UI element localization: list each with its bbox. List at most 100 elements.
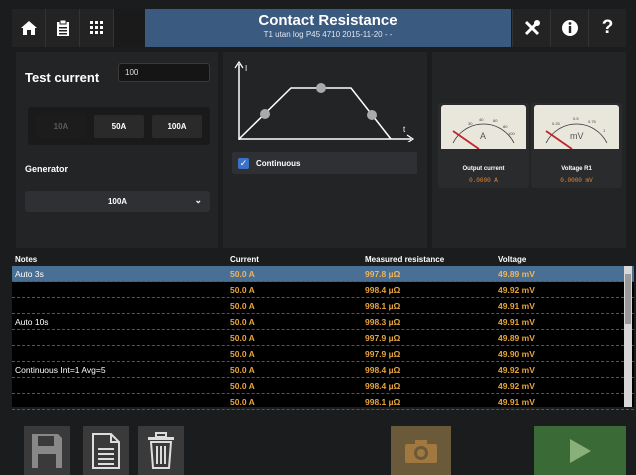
voltmeter-tick-1: 1 — [603, 128, 606, 133]
voltmeter-needle — [545, 130, 573, 149]
top-toolbar: Contact Resistance T1 utan log P45 4710 … — [12, 9, 626, 47]
home-icon — [20, 21, 37, 35]
clipboard-button[interactable] — [46, 9, 80, 47]
camera-button[interactable] — [391, 426, 451, 475]
cell-voltage: 49.92 mV — [498, 284, 535, 295]
generator-select[interactable]: 100A ⌄ — [25, 191, 210, 212]
ramp-down-handle[interactable] — [367, 110, 377, 120]
title-box: Contact Resistance T1 utan log P45 4710 … — [145, 9, 511, 47]
header-measured-resistance: Measured resistance — [365, 255, 445, 264]
voltmeter-gauge-icon: mV 0.25 0.5 0.75 1 — [545, 116, 608, 149]
cell-voltage: 49.91 mV — [498, 316, 535, 327]
y-axis-label: I — [245, 64, 247, 73]
table-body: Auto 3s 50.0 A 997.8 µΩ 49.89 mV 50.0 A 998.4… — [12, 266, 634, 410]
cell-voltage: 49.89 mV — [498, 332, 535, 343]
ammeter-tick-40: 40 — [479, 117, 484, 122]
voltmeter-tick-05: 0.5 — [573, 116, 579, 121]
table-row[interactable]: 50.0 A 998.1 µΩ 49.91 mV — [12, 298, 634, 314]
floppy-disk-icon — [32, 433, 62, 468]
checkbox-checked-icon[interactable]: ✓ — [238, 157, 249, 169]
cell-measured-resistance: 998.4 µΩ — [365, 284, 401, 295]
cell-measured-resistance: 998.1 µΩ — [365, 396, 401, 407]
info-button[interactable] — [550, 9, 588, 47]
voltmeter-tick-075: 0.75 — [588, 119, 597, 124]
cell-current: 50.0 A — [230, 316, 255, 327]
ammeter-tick-30: 30 — [468, 121, 473, 126]
table-row[interactable]: 50.0 A 997.9 µΩ 49.89 mV — [12, 330, 634, 346]
delete-button[interactable] — [138, 426, 184, 475]
current-preset-group: 10A 50A 100A — [28, 107, 210, 145]
table-row[interactable]: Auto 10s 50.0 A 998.3 µΩ 49.91 mV — [12, 314, 634, 330]
cell-notes: Continuous Int=1 Avg=5 — [15, 364, 106, 375]
preset-10a-button[interactable]: 10A — [36, 115, 86, 138]
test-current-label: Test current — [25, 70, 100, 85]
cell-voltage: 49.89 mV — [498, 268, 535, 279]
table-row[interactable]: Auto 3s 50.0 A 997.8 µΩ 49.89 mV — [12, 266, 634, 282]
document-icon — [92, 432, 120, 469]
bottom-toolbar — [12, 410, 634, 475]
cell-measured-resistance: 998.4 µΩ — [365, 380, 401, 391]
generator-label: Generator — [25, 164, 69, 174]
help-button[interactable]: ? — [588, 9, 626, 47]
clipboard-icon — [56, 19, 69, 36]
ramp-graph: I t — [234, 60, 415, 142]
table-scrollbar[interactable] — [624, 266, 632, 407]
cell-measured-resistance: 998.1 µΩ — [365, 300, 401, 311]
continuous-toggle[interactable]: ✓ Continuous — [232, 152, 417, 174]
continuous-label: Continuous — [256, 158, 301, 168]
cell-current: 50.0 A — [230, 268, 255, 279]
header-notes: Notes — [15, 255, 38, 264]
start-button[interactable] — [534, 426, 626, 475]
cell-current: 50.0 A — [230, 364, 255, 375]
cell-current: 50.0 A — [230, 396, 255, 407]
voltage-r1-label: Voltage R1 — [561, 166, 592, 172]
cell-measured-resistance: 998.3 µΩ — [365, 316, 401, 327]
cell-measured-resistance: 998.4 µΩ — [365, 364, 401, 375]
cell-voltage: 49.92 mV — [498, 364, 535, 375]
ammeter-tick-80: 80 — [503, 124, 508, 129]
voltmeter-dial: mV 0.25 0.5 0.75 1 — [534, 105, 619, 149]
cell-measured-resistance: 997.9 µΩ — [365, 348, 401, 359]
table-row[interactable]: Continuous Int=1 Avg=5 50.0 A 998.4 µΩ 49.9… — [12, 362, 634, 378]
x-axis-label: t — [403, 125, 406, 134]
output-current-label: Output current — [462, 166, 505, 172]
ammeter-tick-60: 60 — [493, 118, 498, 123]
preset-100a-button[interactable]: 100A — [152, 115, 202, 138]
cell-measured-resistance: 997.8 µΩ — [365, 268, 401, 279]
cell-current: 50.0 A — [230, 332, 255, 343]
save-button[interactable] — [24, 426, 70, 475]
page-subtitle: T1 utan log P45 4710 2015-11-20 - - — [263, 30, 393, 39]
page-title: Contact Resistance — [258, 12, 398, 29]
table-row[interactable]: 50.0 A 998.4 µΩ 49.92 mV — [12, 378, 634, 394]
results-table[interactable]: Notes Current Measured resistance Voltag… — [12, 255, 634, 410]
table-row[interactable]: 50.0 A 998.4 µΩ 49.92 mV — [12, 282, 634, 298]
waveform-panel: I t ✓ Continuous — [223, 52, 427, 248]
home-button[interactable] — [12, 9, 46, 47]
peak-handle[interactable] — [316, 83, 326, 93]
tools-icon — [524, 20, 540, 36]
table-row[interactable]: 50.0 A 997.9 µΩ 49.90 mV — [12, 346, 634, 362]
ammeter-gauge-icon: A 30 40 60 80 100 — [452, 117, 515, 149]
ramp-up-handle[interactable] — [260, 109, 270, 119]
voltage-r1-value: 0.0000 mV — [560, 177, 593, 184]
meters-panel: A 30 40 60 80 100 Output current 0.0000 … — [432, 52, 626, 248]
cell-notes: Auto 3s — [15, 268, 44, 279]
header-voltage: Voltage — [498, 255, 527, 264]
cell-current: 50.0 A — [230, 348, 255, 359]
report-button[interactable] — [83, 426, 129, 475]
cell-voltage: 49.91 mV — [498, 396, 535, 407]
voltmeter-tick-025: 0.25 — [552, 121, 561, 126]
tools-button[interactable] — [512, 9, 550, 47]
preset-50a-button[interactable]: 50A — [94, 115, 144, 138]
ammeter-tick-100: 100 — [508, 131, 515, 136]
table-row[interactable]: 50.0 A 998.1 µΩ 49.91 mV — [12, 394, 634, 410]
cell-current: 50.0 A — [230, 380, 255, 391]
camera-icon — [405, 439, 437, 463]
header-current: Current — [230, 255, 259, 264]
ammeter-dial: A 30 40 60 80 100 — [441, 105, 526, 149]
test-current-panel: Test current 100 10A 50A 100A Generator … — [16, 52, 218, 248]
keypad-button[interactable] — [80, 9, 114, 47]
scrollbar-thumb[interactable] — [625, 274, 631, 324]
test-current-input[interactable]: 100 — [118, 63, 210, 82]
keypad-icon — [89, 21, 103, 34]
